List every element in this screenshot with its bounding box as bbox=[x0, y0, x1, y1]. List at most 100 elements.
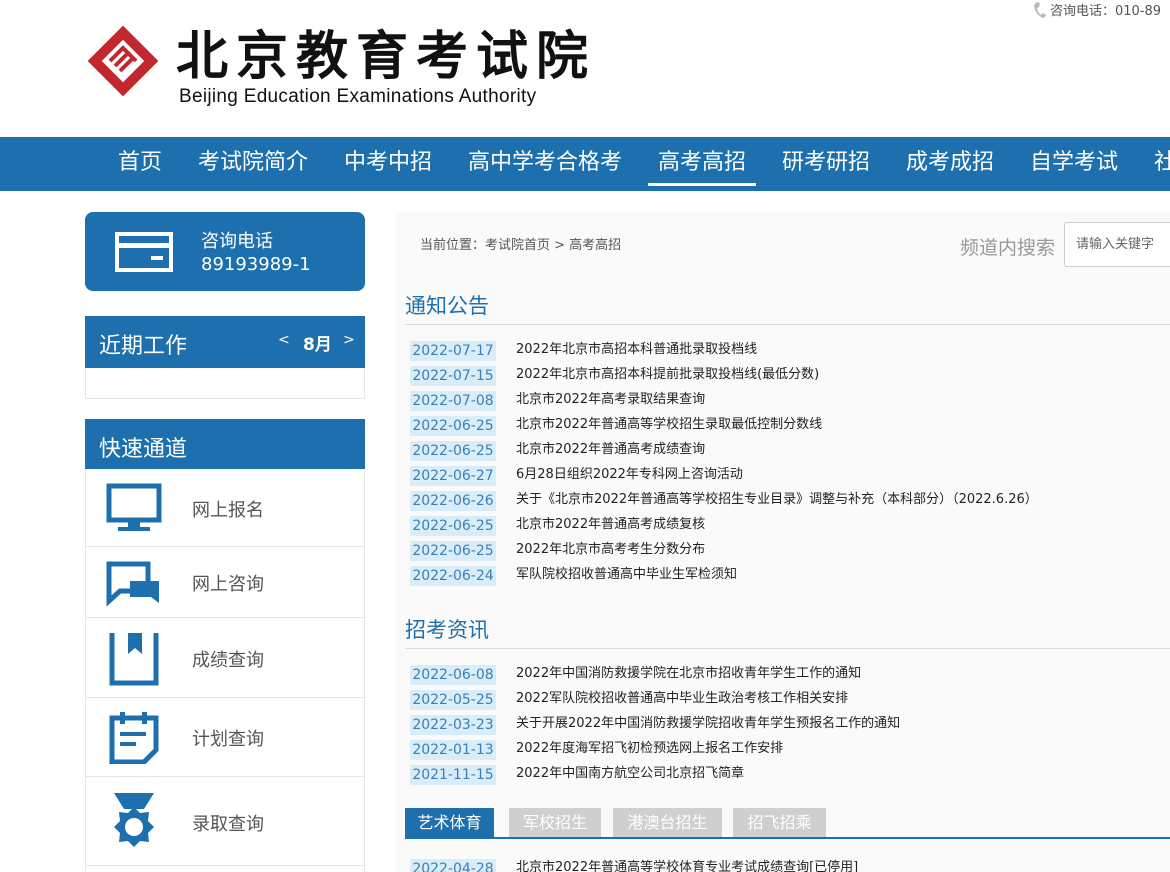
quick-item-label: 录取查询 bbox=[192, 814, 264, 835]
list-item[interactable]: 2022-06-27 6月28日组织2022年专科网上咨询活动 bbox=[410, 465, 743, 486]
nav-item-chengkao[interactable]: 成考成招 bbox=[906, 137, 994, 191]
list-item[interactable]: 2022-01-13 2022年度海军招飞初检预选网上报名工作安排 bbox=[410, 739, 783, 760]
quick-item-plan-query[interactable]: 计划查询 bbox=[86, 698, 364, 777]
news-title: 招考资讯 bbox=[405, 618, 489, 642]
article-link[interactable]: 北京市2022年普通高考成绩复核 bbox=[516, 515, 705, 535]
list-item[interactable]: 2022-06-25 北京市2022年普通高考成绩复核 bbox=[410, 515, 705, 536]
list-item[interactable]: 2022-04-28 北京市2022年普通高等学校体育专业考试成绩查询[已停用] bbox=[410, 858, 858, 872]
tab-art-sports[interactable]: 艺术体育 bbox=[405, 808, 494, 838]
article-link[interactable]: 军队院校招收普通高中毕业生军检须知 bbox=[516, 565, 737, 585]
quick-item-online-register[interactable]: 网上报名 bbox=[86, 469, 364, 547]
channel-search-label: 频道内搜索 bbox=[960, 237, 1056, 259]
article-link[interactable]: 2022年北京市高招本科提前批录取投档线(最低分数) bbox=[516, 365, 819, 385]
date-badge: 2021-11-15 bbox=[410, 765, 496, 785]
date-badge: 2022-07-17 bbox=[410, 341, 496, 361]
date-badge: 2022-06-25 bbox=[410, 541, 496, 561]
article-link[interactable]: 关于开展2022年中国消防救援学院招收青年学生预报名工作的通知 bbox=[516, 714, 900, 734]
consult-number: 89193989-1 bbox=[201, 254, 311, 275]
article-link[interactable]: 2022年中国南方航空公司北京招飞简章 bbox=[516, 764, 744, 784]
list-item[interactable]: 2022-06-24 军队院校招收普通高中毕业生军检须知 bbox=[410, 565, 737, 586]
date-badge: 2022-01-13 bbox=[410, 740, 496, 760]
quick-item-label: 计划查询 bbox=[192, 729, 264, 750]
date-badge: 2022-06-25 bbox=[410, 416, 496, 436]
quick-access-list: 网上报名 网上咨询 成绩查询 计划查询 录取查询 bbox=[85, 469, 365, 872]
article-link[interactable]: 2022年北京市高考考生分数分布 bbox=[516, 540, 705, 560]
list-item[interactable]: 2022-06-25 北京市2022年普通高等学校招生录取最低控制分数线 bbox=[410, 415, 822, 436]
date-badge: 2022-06-25 bbox=[410, 516, 496, 536]
current-month: 8月 bbox=[303, 335, 332, 355]
article-link[interactable]: 2022年中国消防救援学院在北京市招收青年学生工作的通知 bbox=[516, 664, 861, 684]
nav-item-home[interactable]: 首页 bbox=[118, 137, 162, 191]
bookmark-icon bbox=[109, 633, 159, 686]
date-badge: 2022-03-23 bbox=[410, 715, 496, 735]
next-month-button[interactable]: > bbox=[343, 332, 355, 348]
site-title-en: Beijing Education Examinations Authority bbox=[179, 86, 537, 107]
list-item[interactable]: 2022-05-25 2022军队院校招收普通高中毕业生政治考核工作相关安排 bbox=[410, 689, 848, 710]
quick-item-online-consult[interactable]: 网上咨询 bbox=[86, 547, 364, 618]
article-link[interactable]: 关于《北京市2022年普通高等学校招生专业目录》调整与补充（本科部分）（2022… bbox=[516, 490, 1038, 510]
phone-text: 咨询电话：010-89 bbox=[1050, 4, 1162, 19]
quick-item-label: 网上报名 bbox=[192, 500, 264, 521]
recent-work-header: 近期工作 < 8月 > bbox=[85, 316, 365, 368]
quick-access-title: 快速通道 bbox=[99, 437, 188, 462]
nav-item-zhongkao[interactable]: 中考中招 bbox=[344, 137, 432, 191]
site-title-cn: 北京教育考试院 bbox=[176, 26, 597, 87]
tab-military[interactable]: 军校招生 bbox=[509, 808, 601, 838]
list-item[interactable]: 2022-07-15 2022年北京市高招本科提前批录取投档线(最低分数) bbox=[410, 365, 819, 386]
breadcrumb: 当前位置：考试院首页 > 高考高招 bbox=[420, 238, 622, 253]
nav-item-yankao[interactable]: 研考研招 bbox=[782, 137, 870, 191]
medal-icon bbox=[114, 793, 154, 847]
news-divider bbox=[405, 648, 1170, 649]
quick-item-admission-query[interactable]: 录取查询 bbox=[86, 777, 364, 866]
tab-hk-macao-tw[interactable]: 港澳台招生 bbox=[613, 808, 722, 838]
main-content: 当前位置：考试院首页 > 高考高招 频道内搜索 通知公告 2022-07-172… bbox=[396, 212, 1170, 872]
logo-icon[interactable] bbox=[84, 22, 162, 100]
article-link[interactable]: 北京市2022年普通高等学校体育专业考试成绩查询[已停用] bbox=[516, 858, 858, 872]
channel-search-input[interactable] bbox=[1064, 222, 1170, 267]
article-link[interactable]: 北京市2022年普通高等学校招生录取最低控制分数线 bbox=[516, 415, 822, 435]
quick-item-label: 网上咨询 bbox=[192, 574, 264, 595]
recent-work-body bbox=[85, 368, 365, 399]
article-link[interactable]: 2022年北京市高招本科普通批录取投档线 bbox=[516, 340, 757, 360]
nav-item-gaokao[interactable]: 高考高招 bbox=[647, 137, 757, 191]
notices-title: 通知公告 bbox=[405, 294, 489, 318]
list-item[interactable]: 2022-06-25 北京市2022年普通高考成绩查询 bbox=[410, 440, 705, 461]
consult-label: 咨询电话 bbox=[201, 231, 273, 252]
nav-item-more[interactable]: 社 bbox=[1154, 137, 1170, 191]
main-nav: 首页 考试院简介 中考中招 高中学考合格考 高考高招 研考研招 成考成招 自学考… bbox=[0, 137, 1170, 191]
tab-pilot[interactable]: 招飞招乘 bbox=[733, 808, 826, 838]
date-badge: 2022-07-15 bbox=[410, 366, 496, 386]
monitor-icon bbox=[106, 483, 162, 531]
date-badge: 2022-04-28 bbox=[410, 859, 496, 872]
nav-item-about[interactable]: 考试院简介 bbox=[198, 137, 308, 191]
list-item[interactable]: 2022-07-08 北京市2022年高考录取结果查询 bbox=[410, 390, 705, 411]
list-item[interactable]: 2022-06-08 2022年中国消防救援学院在北京市招收青年学生工作的通知 bbox=[410, 664, 861, 685]
date-badge: 2022-06-27 bbox=[410, 466, 496, 486]
quick-item-label: 成绩查询 bbox=[192, 650, 264, 671]
card-icon bbox=[115, 232, 173, 272]
nav-item-zixue[interactable]: 自学考试 bbox=[1030, 137, 1118, 191]
list-item[interactable]: 2022-03-23 关于开展2022年中国消防救援学院招收青年学生预报名工作的通… bbox=[410, 714, 900, 735]
article-link[interactable]: 北京市2022年普通高考成绩查询 bbox=[516, 440, 705, 460]
calendar-icon bbox=[109, 712, 159, 764]
list-item[interactable]: 2022-07-17 2022年北京市高招本科普通批录取投档线 bbox=[410, 340, 757, 361]
article-link[interactable]: 2022军队院校招收普通高中毕业生政治考核工作相关安排 bbox=[516, 689, 848, 709]
list-item[interactable]: 2021-11-15 2022年中国南方航空公司北京招飞简章 bbox=[410, 764, 744, 785]
date-badge: 2022-06-25 bbox=[410, 441, 496, 461]
prev-month-button[interactable]: < bbox=[278, 332, 290, 348]
header-phone: 咨询电话：010-89 bbox=[1034, 0, 1161, 19]
date-badge: 2022-06-26 bbox=[410, 491, 496, 511]
recent-work-title: 近期工作 bbox=[99, 334, 188, 359]
article-link[interactable]: 北京市2022年高考录取结果查询 bbox=[516, 390, 705, 410]
list-item[interactable]: 2022-06-25 2022年北京市高考考生分数分布 bbox=[410, 540, 705, 561]
consult-phone-box: 咨询电话 89193989-1 bbox=[85, 212, 365, 291]
phone-icon bbox=[1034, 2, 1046, 18]
nav-item-xuekao[interactable]: 高中学考合格考 bbox=[468, 137, 622, 191]
article-link[interactable]: 2022年度海军招飞初检预选网上报名工作安排 bbox=[516, 739, 783, 759]
quick-item-score-query[interactable]: 成绩查询 bbox=[86, 618, 364, 698]
article-link[interactable]: 6月28日组织2022年专科网上咨询活动 bbox=[516, 465, 743, 485]
list-item[interactable]: 2022-06-26 关于《北京市2022年普通高等学校招生专业目录》调整与补充（… bbox=[410, 490, 1038, 511]
quick-access-header: 快速通道 bbox=[85, 419, 365, 469]
tabs-underline bbox=[405, 837, 1170, 839]
date-badge: 2022-07-08 bbox=[410, 391, 496, 411]
